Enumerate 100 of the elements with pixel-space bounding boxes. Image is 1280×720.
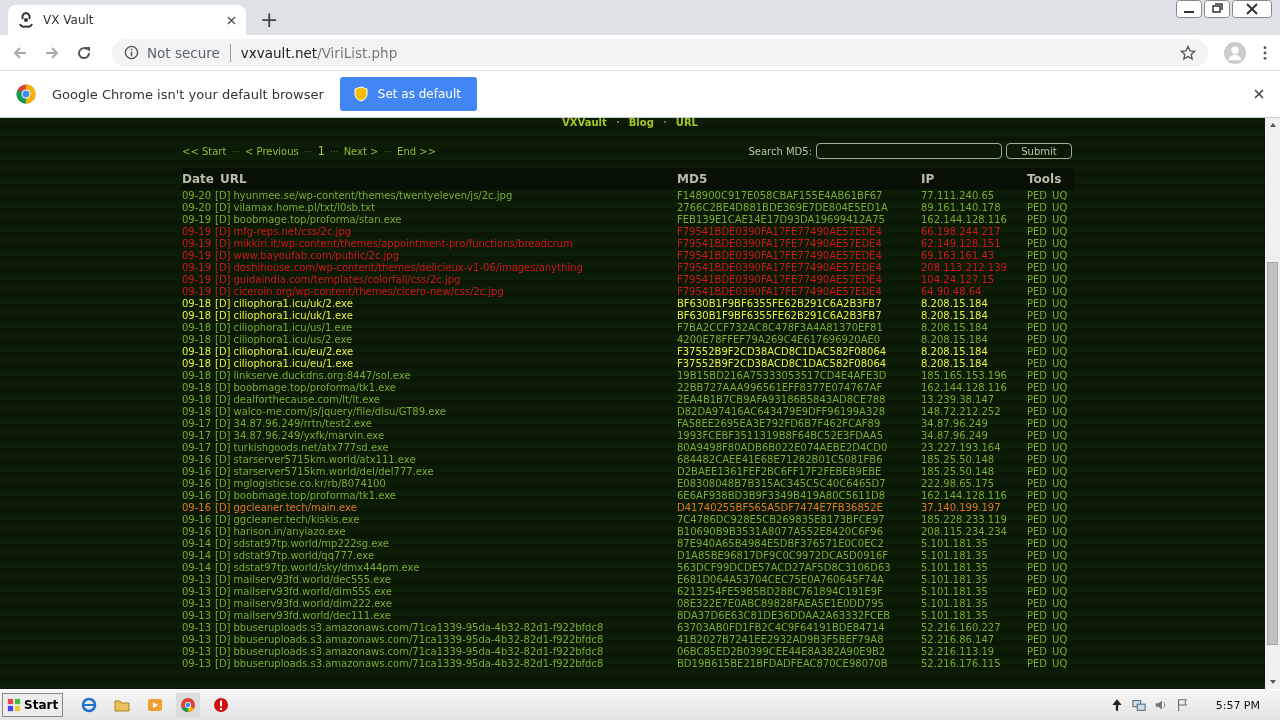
menu-icon[interactable] xyxy=(1262,44,1268,61)
tool-link[interactable]: PED xyxy=(1027,238,1048,249)
tool-link[interactable]: PED xyxy=(1027,574,1048,585)
download-link[interactable]: [D] xyxy=(215,586,231,597)
tool-link[interactable]: UQ xyxy=(1052,634,1068,645)
tool-link[interactable]: PED xyxy=(1027,550,1048,561)
tool-link[interactable]: PED xyxy=(1027,334,1048,345)
download-link[interactable]: [D] xyxy=(215,646,231,657)
download-link[interactable]: [D] xyxy=(215,418,231,429)
download-link[interactable]: [D] xyxy=(215,214,231,225)
tool-link[interactable]: UQ xyxy=(1052,538,1068,549)
tool-link[interactable]: UQ xyxy=(1052,598,1068,609)
tool-link[interactable]: PED xyxy=(1027,250,1048,261)
pagination-link[interactable]: End >> xyxy=(397,146,437,157)
tool-link[interactable]: PED xyxy=(1027,298,1048,309)
tool-link[interactable]: PED xyxy=(1027,514,1048,525)
download-link[interactable]: [D] xyxy=(215,442,231,453)
tool-link[interactable]: UQ xyxy=(1052,526,1068,537)
download-link[interactable]: [D] xyxy=(215,550,231,561)
tool-link[interactable]: UQ xyxy=(1052,334,1068,345)
tool-link[interactable]: UQ xyxy=(1052,454,1068,465)
tool-link[interactable]: UQ xyxy=(1052,202,1068,213)
download-link[interactable]: [D] xyxy=(215,190,231,201)
tool-link[interactable]: PED xyxy=(1027,262,1048,273)
tool-link[interactable]: PED xyxy=(1027,406,1048,417)
tool-link[interactable]: PED xyxy=(1027,466,1048,477)
tool-link[interactable]: PED xyxy=(1027,562,1048,573)
download-link[interactable]: [D] xyxy=(215,322,231,333)
tool-link[interactable]: PED xyxy=(1027,658,1048,669)
stop-icon[interactable] xyxy=(213,697,230,713)
tool-link[interactable]: UQ xyxy=(1052,346,1068,357)
tool-link[interactable]: PED xyxy=(1027,274,1048,285)
tool-link[interactable]: PED xyxy=(1027,490,1048,501)
tool-link[interactable]: UQ xyxy=(1052,226,1068,237)
tool-link[interactable]: PED xyxy=(1027,634,1048,645)
tool-link[interactable]: UQ xyxy=(1052,646,1068,657)
pagination-link[interactable]: Next > xyxy=(343,146,379,157)
download-link[interactable]: [D] xyxy=(215,478,231,489)
download-link[interactable]: [D] xyxy=(215,634,231,645)
download-link[interactable]: [D] xyxy=(215,370,231,381)
tool-link[interactable]: UQ xyxy=(1052,190,1068,201)
download-link[interactable]: [D] xyxy=(215,466,231,477)
flag-icon[interactable] xyxy=(1175,698,1190,712)
nav-link[interactable]: URL xyxy=(675,116,698,128)
tool-link[interactable]: PED xyxy=(1027,502,1048,513)
tool-link[interactable]: UQ xyxy=(1052,274,1068,285)
download-link[interactable]: [D] xyxy=(215,346,231,357)
tool-link[interactable]: UQ xyxy=(1052,406,1068,417)
speaker-icon[interactable] xyxy=(1153,698,1168,712)
tool-link[interactable]: UQ xyxy=(1052,418,1068,429)
tool-link[interactable]: PED xyxy=(1027,430,1048,441)
download-link[interactable]: [D] xyxy=(215,430,231,441)
reload-icon[interactable] xyxy=(76,44,92,61)
tool-link[interactable]: PED xyxy=(1027,538,1048,549)
tool-link[interactable]: PED xyxy=(1027,226,1048,237)
tool-link[interactable]: PED xyxy=(1027,526,1048,537)
tool-link[interactable]: UQ xyxy=(1052,562,1068,573)
tool-link[interactable]: UQ xyxy=(1052,250,1068,261)
tool-link[interactable]: UQ xyxy=(1052,238,1068,249)
tool-link[interactable]: PED xyxy=(1027,598,1048,609)
browser-tab[interactable]: VX Vault xyxy=(8,5,246,35)
search-field[interactable] xyxy=(816,143,1002,159)
address-bar[interactable]: Not secure vxvault.net/ViriList.php xyxy=(112,38,1208,67)
download-link[interactable]: [D] xyxy=(215,658,231,669)
tool-link[interactable]: UQ xyxy=(1052,214,1068,225)
tool-link[interactable]: PED xyxy=(1027,478,1048,489)
submit-button[interactable]: Submit xyxy=(1006,143,1072,159)
nav-link[interactable]: Blog xyxy=(628,116,654,128)
tool-link[interactable]: UQ xyxy=(1052,502,1068,513)
tool-link[interactable]: PED xyxy=(1027,190,1048,201)
close-icon[interactable] xyxy=(1232,0,1272,18)
tool-link[interactable]: UQ xyxy=(1052,550,1068,561)
start-button[interactable]: Start xyxy=(2,693,64,717)
close-icon[interactable] xyxy=(227,15,236,25)
download-link[interactable]: [D] xyxy=(215,514,231,525)
tool-link[interactable]: PED xyxy=(1027,646,1048,657)
download-link[interactable]: [D] xyxy=(215,454,231,465)
tool-link[interactable]: UQ xyxy=(1052,430,1068,441)
set-default-button[interactable]: Set as default xyxy=(339,77,477,111)
tool-link[interactable]: UQ xyxy=(1052,478,1068,489)
tool-link[interactable]: PED xyxy=(1027,202,1048,213)
download-link[interactable]: [D] xyxy=(215,562,231,573)
tool-link[interactable]: UQ xyxy=(1052,310,1068,321)
tool-link[interactable]: PED xyxy=(1027,454,1048,465)
tool-link[interactable]: PED xyxy=(1027,286,1048,297)
tool-link[interactable]: PED xyxy=(1027,394,1048,405)
tool-link[interactable]: UQ xyxy=(1052,262,1068,273)
download-link[interactable]: [D] xyxy=(215,406,231,417)
download-link[interactable]: [D] xyxy=(215,610,231,621)
tool-link[interactable]: UQ xyxy=(1052,394,1068,405)
download-link[interactable]: [D] xyxy=(215,202,231,213)
tool-link[interactable]: PED xyxy=(1027,610,1048,621)
download-link[interactable]: [D] xyxy=(215,358,231,369)
tool-link[interactable]: UQ xyxy=(1052,370,1068,381)
download-link[interactable]: [D] xyxy=(215,502,231,513)
download-link[interactable]: [D] xyxy=(215,622,231,633)
tool-link[interactable]: PED xyxy=(1027,586,1048,597)
tool-link[interactable]: UQ xyxy=(1052,442,1068,453)
nav-link[interactable]: VXVault xyxy=(562,116,607,128)
tool-link[interactable]: PED xyxy=(1027,346,1048,357)
